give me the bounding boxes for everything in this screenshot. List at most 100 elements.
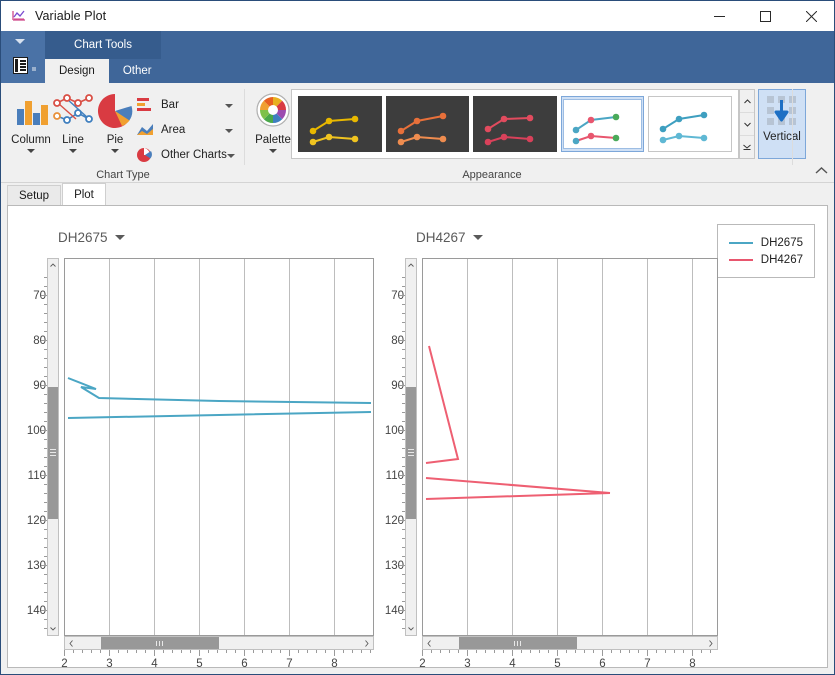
chevron-down-icon[interactable] bbox=[111, 149, 119, 153]
scroll-up-button[interactable] bbox=[406, 259, 416, 271]
bar-chart-label: Bar bbox=[161, 99, 179, 111]
tab-plot[interactable]: Plot bbox=[62, 183, 106, 205]
ribbon-group-chart-type: Column bbox=[1, 83, 245, 183]
chevron-down-icon[interactable] bbox=[69, 149, 77, 153]
horizontal-scrollbar-left[interactable] bbox=[64, 636, 374, 650]
tab-setup[interactable]: Setup bbox=[7, 185, 61, 205]
gallery-item-style-orange[interactable] bbox=[386, 96, 470, 152]
vertical-scrollbar-right[interactable] bbox=[405, 258, 417, 636]
line-chart-label: Line bbox=[62, 134, 84, 146]
legend-swatch-dh4267 bbox=[729, 259, 753, 261]
ribbon-body: Column bbox=[1, 83, 834, 183]
scroll-right-button[interactable] bbox=[705, 637, 717, 649]
vertical-scrollbar-left[interactable] bbox=[47, 258, 59, 636]
scroll-left-button[interactable] bbox=[65, 637, 77, 649]
other-charts-icon bbox=[135, 146, 155, 164]
x-tick-label: 3 bbox=[455, 658, 480, 668]
gallery-item-style-red[interactable] bbox=[473, 96, 557, 152]
gallery-item-style-blue[interactable] bbox=[648, 96, 732, 152]
x-tick-label: 8 bbox=[322, 658, 347, 668]
legend-label-dh4267: DH4267 bbox=[761, 254, 803, 266]
chevron-down-icon[interactable] bbox=[15, 39, 25, 44]
title-bar: Variable Plot bbox=[1, 1, 834, 31]
group-divider bbox=[792, 89, 793, 165]
gallery-more-button[interactable] bbox=[740, 136, 754, 158]
scroll-down-button[interactable] bbox=[48, 623, 58, 635]
scroll-up-button[interactable] bbox=[48, 259, 58, 271]
gallery-scroll-down-button[interactable] bbox=[740, 113, 754, 136]
plot-area-dh2675[interactable] bbox=[64, 258, 374, 636]
tab-other[interactable]: Other bbox=[109, 59, 166, 83]
pie-chart-button[interactable]: Pie bbox=[89, 87, 141, 163]
x-tick-label: 5 bbox=[187, 658, 212, 668]
chevron-down-icon[interactable] bbox=[225, 104, 233, 108]
legend-item-dh2675: DH2675 bbox=[729, 234, 803, 251]
scrollbar-thumb[interactable] bbox=[101, 637, 219, 649]
gallery-scroll-controls bbox=[739, 89, 755, 159]
scroll-left-button[interactable] bbox=[423, 637, 435, 649]
legend: DH2675 DH4267 bbox=[717, 224, 815, 278]
area-chart-icon bbox=[135, 121, 155, 139]
area-chart-label: Area bbox=[161, 124, 185, 136]
close-button[interactable] bbox=[788, 1, 834, 31]
collapse-ribbon-button[interactable] bbox=[815, 166, 828, 178]
chevron-down-icon[interactable] bbox=[27, 149, 35, 153]
scrollbar-thumb[interactable] bbox=[48, 387, 58, 519]
window-title: Variable Plot bbox=[35, 9, 106, 23]
other-charts-label: Other Charts bbox=[161, 149, 227, 161]
palette-label: Palette bbox=[255, 134, 291, 146]
group-label-appearance: Appearance bbox=[245, 169, 739, 181]
vertical-orientation-button[interactable]: Vertical bbox=[758, 89, 806, 159]
vertical-orientation-icon bbox=[765, 94, 799, 128]
pie-chart-icon bbox=[92, 89, 138, 133]
x-tick-label: 7 bbox=[635, 658, 660, 668]
maximize-button[interactable] bbox=[742, 1, 788, 31]
gallery-item-style-yellow[interactable] bbox=[298, 96, 382, 152]
window-controls bbox=[696, 1, 834, 31]
area-chart-button[interactable]: Area bbox=[135, 118, 185, 142]
appearance-gallery bbox=[291, 89, 739, 159]
tab-design[interactable]: Design bbox=[45, 59, 109, 83]
scroll-down-button[interactable] bbox=[406, 623, 416, 635]
column-chart-label: Column bbox=[11, 134, 51, 146]
other-charts-button[interactable]: Other Charts bbox=[135, 143, 227, 167]
plot-canvas: DH2675 DH4267 DH2675 DH4267 70 80 90 100… bbox=[7, 205, 828, 668]
legend-label-dh2675: DH2675 bbox=[761, 237, 803, 249]
minimize-button[interactable] bbox=[696, 1, 742, 31]
x-tick-label: 4 bbox=[500, 658, 525, 668]
scrollbar-thumb[interactable] bbox=[406, 387, 416, 519]
group-label-chart-type: Chart Type bbox=[1, 169, 245, 181]
document-icon[interactable] bbox=[13, 57, 28, 74]
chart-title-dh2675[interactable]: DH2675 bbox=[58, 230, 125, 245]
x-tick-label: 8 bbox=[680, 658, 705, 668]
horizontal-scrollbar-right[interactable] bbox=[422, 636, 718, 650]
chevron-down-icon[interactable] bbox=[227, 154, 235, 158]
chevron-down-icon[interactable] bbox=[473, 235, 483, 240]
plot-area-dh4267[interactable] bbox=[422, 258, 718, 636]
chevron-down-icon[interactable] bbox=[269, 149, 277, 153]
legend-swatch-dh2675 bbox=[729, 242, 753, 244]
gallery-scroll-up-button[interactable] bbox=[740, 90, 754, 113]
x-axis-ticks-left bbox=[64, 650, 374, 658]
qat-dropdown-dot-icon[interactable] bbox=[32, 67, 36, 71]
gallery-item-style-multi[interactable] bbox=[561, 96, 645, 152]
x-tick-label: 7 bbox=[277, 658, 302, 668]
ribbon-group-appearance: Palette bbox=[245, 83, 793, 183]
x-axis-ticks-right bbox=[422, 650, 718, 658]
document-tabs: Setup Plot bbox=[1, 183, 834, 205]
contextual-tab-label: Chart Tools bbox=[74, 39, 132, 51]
chevron-down-icon[interactable] bbox=[225, 129, 233, 133]
x-tick-label: 2 bbox=[410, 658, 435, 668]
x-tick-label: 6 bbox=[232, 658, 257, 668]
bar-chart-button[interactable]: Bar bbox=[135, 93, 179, 117]
palette-icon bbox=[250, 89, 296, 133]
ribbon-tab-strip: Chart Tools Design Other bbox=[1, 31, 834, 83]
scrollbar-thumb[interactable] bbox=[459, 637, 577, 649]
chevron-down-icon[interactable] bbox=[115, 235, 125, 240]
scroll-right-button[interactable] bbox=[361, 637, 373, 649]
x-tick-label: 6 bbox=[590, 658, 615, 668]
x-tick-label: 4 bbox=[142, 658, 167, 668]
x-tick-label: 2 bbox=[52, 658, 77, 668]
x-tick-label: 3 bbox=[97, 658, 122, 668]
chart-title-dh4267[interactable]: DH4267 bbox=[416, 230, 483, 245]
